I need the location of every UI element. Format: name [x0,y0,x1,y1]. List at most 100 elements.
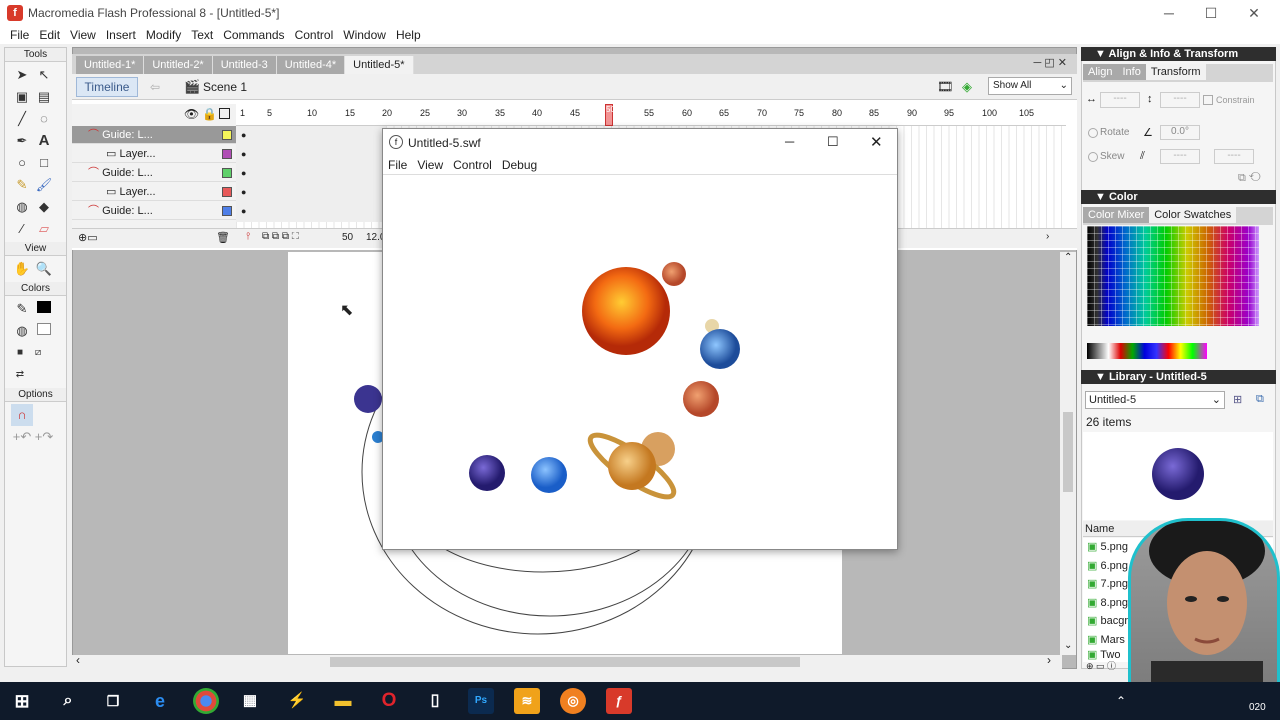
opera-icon[interactable]: O [376,688,402,714]
eye-icon[interactable]: 👁 [184,107,199,121]
lock-icon[interactable]: 🔒 [202,107,217,121]
straighten-icon[interactable]: +↷ [33,426,55,448]
layer-color-swatch[interactable] [222,187,232,197]
menu-text[interactable]: Text [186,26,218,44]
copy-transform-icon[interactable]: ⧉ ⟲ [1238,172,1261,185]
pin-icon[interactable]: ⊞ [1233,393,1242,406]
playhead[interactable]: 50 [605,104,615,126]
swap-colors-icon[interactable]: ⇄ [11,364,29,386]
fill-color-swatch[interactable] [33,320,55,342]
rectangle-tool-icon[interactable]: □ [33,152,55,174]
close-icon[interactable]: ✕ [1245,4,1263,22]
tab-color-swatches[interactable]: Color Swatches [1149,207,1237,223]
minimize-icon[interactable]: ─ [785,134,794,149]
center-frame-icon[interactable]: ⫯ [246,231,250,242]
tab-align[interactable]: Align [1083,64,1118,80]
gradient-transform-tool-icon[interactable]: ▤ [33,86,55,108]
skew-v-field[interactable]: ---- [1214,149,1254,164]
menu-edit[interactable]: Edit [34,26,65,44]
swf-menu-debug[interactable]: Debug [497,157,542,173]
layer-row[interactable]: ⌒ Guide: L... [72,202,236,220]
layer-row[interactable]: ⌒ Guide: L... [72,126,236,144]
swf-menu-view[interactable]: View [412,157,448,173]
rotate-field[interactable]: 0.0° [1160,125,1200,140]
tab-color-mixer[interactable]: Color Mixer [1083,207,1150,223]
eyedropper-tool-icon[interactable]: ⁄ [11,218,33,240]
ink-bottle-tool-icon[interactable]: ◍ [11,196,33,218]
doc-window-controls-icon[interactable]: ─ ◰ ✕ [1033,56,1067,69]
swf-menu-control[interactable]: Control [448,157,497,173]
tab-transform[interactable]: Transform [1145,64,1206,80]
free-transform-tool-icon[interactable]: ▣ [11,86,33,108]
subselect-tool-icon[interactable]: ↖ [33,64,55,86]
onion-skin-icon[interactable]: ⧉ ⧉ ⧉ ⛶ [262,231,299,242]
color-panel-header[interactable]: ▼ Color [1081,190,1276,204]
document-icon[interactable]: ▯ [422,688,448,714]
tab-untitled-1[interactable]: Untitled-1* [76,56,145,74]
menu-file[interactable]: File [5,26,34,44]
maximize-icon[interactable]: ☐ [827,134,839,150]
rotate-radio[interactable] [1088,128,1098,138]
tab-info[interactable]: Info [1117,64,1146,80]
eraser-tool-icon[interactable]: ▱ [33,218,55,240]
align-panel-header[interactable]: ▼ Align & Info & Transform [1081,47,1276,61]
stroke-color-icon[interactable]: ✎ [11,298,33,320]
frame-ruler[interactable]: 1 5 10 15 20 25 30 35 40 45 50 55 60 65 … [236,104,1066,126]
lasso-tool-icon[interactable]: ◌ [33,108,55,130]
timeline-button[interactable]: Timeline [76,77,138,97]
tab-untitled-3[interactable]: Untitled-3 [212,56,277,74]
skew-radio[interactable] [1088,152,1098,162]
menu-commands[interactable]: Commands [218,26,289,44]
pencil-tool-icon[interactable]: ✎ [11,174,33,196]
library-select[interactable]: Untitled-5 ⌄ [1085,391,1225,409]
zoom-select[interactable]: Show All ⌄ [988,77,1072,95]
app-icon[interactable]: ⚡ [284,688,310,714]
edit-symbol-icon[interactable]: ◈ [962,79,972,95]
skew-h-field[interactable]: ---- [1160,149,1200,164]
vertical-scrollbar[interactable]: ⌃ ⌄ [1060,252,1076,655]
menu-insert[interactable]: Insert [101,26,141,44]
black-white-icon[interactable]: ■ [11,342,29,364]
brush-tool-icon[interactable]: 🖌 [33,174,55,196]
tab-untitled-2[interactable]: Untitled-2* [144,56,213,74]
tab-untitled-4[interactable]: Untitled-4* [276,56,346,74]
outline-icon[interactable] [219,108,230,119]
color-swatches-grid[interactable] [1087,226,1259,326]
tray-chevron-icon[interactable]: ⌃ [1116,694,1126,708]
stroke-color-swatch[interactable] [33,298,55,320]
scroll-right-icon[interactable]: › [1047,653,1051,667]
layer-row[interactable]: ▭ Layer... [72,145,236,163]
photoshop-icon[interactable]: Ps [468,688,494,714]
layer-color-swatch[interactable] [222,130,232,140]
paint-bucket-tool-icon[interactable]: ◆ [33,196,55,218]
constrain-checkbox[interactable] [1203,95,1213,105]
gradient-swatches[interactable] [1087,343,1207,359]
windows-start-icon[interactable]: ⊞ [9,688,35,714]
swf-menu-file[interactable]: File [383,157,412,173]
layer-row[interactable]: ⌒ Guide: L... [72,164,236,182]
line-tool-icon[interactable]: ╱ [11,108,33,130]
layer-row[interactable]: ▭ Layer... [72,183,236,201]
back-arrow-icon[interactable]: ⇦ [150,80,160,94]
no-color-icon[interactable]: ⧄ [29,342,47,364]
menu-view[interactable]: View [65,26,101,44]
arrow-tool-icon[interactable]: ➤ [11,64,33,86]
oval-tool-icon[interactable]: ○ [11,152,33,174]
scroll-right-icon[interactable]: › [1046,231,1049,242]
maximize-icon[interactable]: ☐ [1202,4,1220,22]
library-panel-header[interactable]: ▼ Library - Untitled-5 [1081,370,1276,384]
store-icon[interactable]: ▦ [237,688,263,714]
menu-help[interactable]: Help [391,26,426,44]
add-layer-icon[interactable]: ⊕▭ [78,231,98,244]
edit-scene-icon[interactable]: 🎞 [937,79,954,95]
text-tool-icon[interactable]: A [33,130,55,152]
menu-control[interactable]: Control [290,26,339,44]
layer-color-swatch[interactable] [222,206,232,216]
zoom-tool-icon[interactable]: 🔍 [33,258,55,280]
menu-window[interactable]: Window [338,26,391,44]
scroll-down-icon[interactable]: ⌄ [1064,640,1072,651]
file-explorer-icon[interactable]: ▬ [330,688,356,714]
scroll-left-icon[interactable]: ‹ [76,653,80,667]
hand-tool-icon[interactable]: ✋ [11,258,33,280]
horizontal-scrollbar[interactable]: ‹ › [72,653,1062,669]
